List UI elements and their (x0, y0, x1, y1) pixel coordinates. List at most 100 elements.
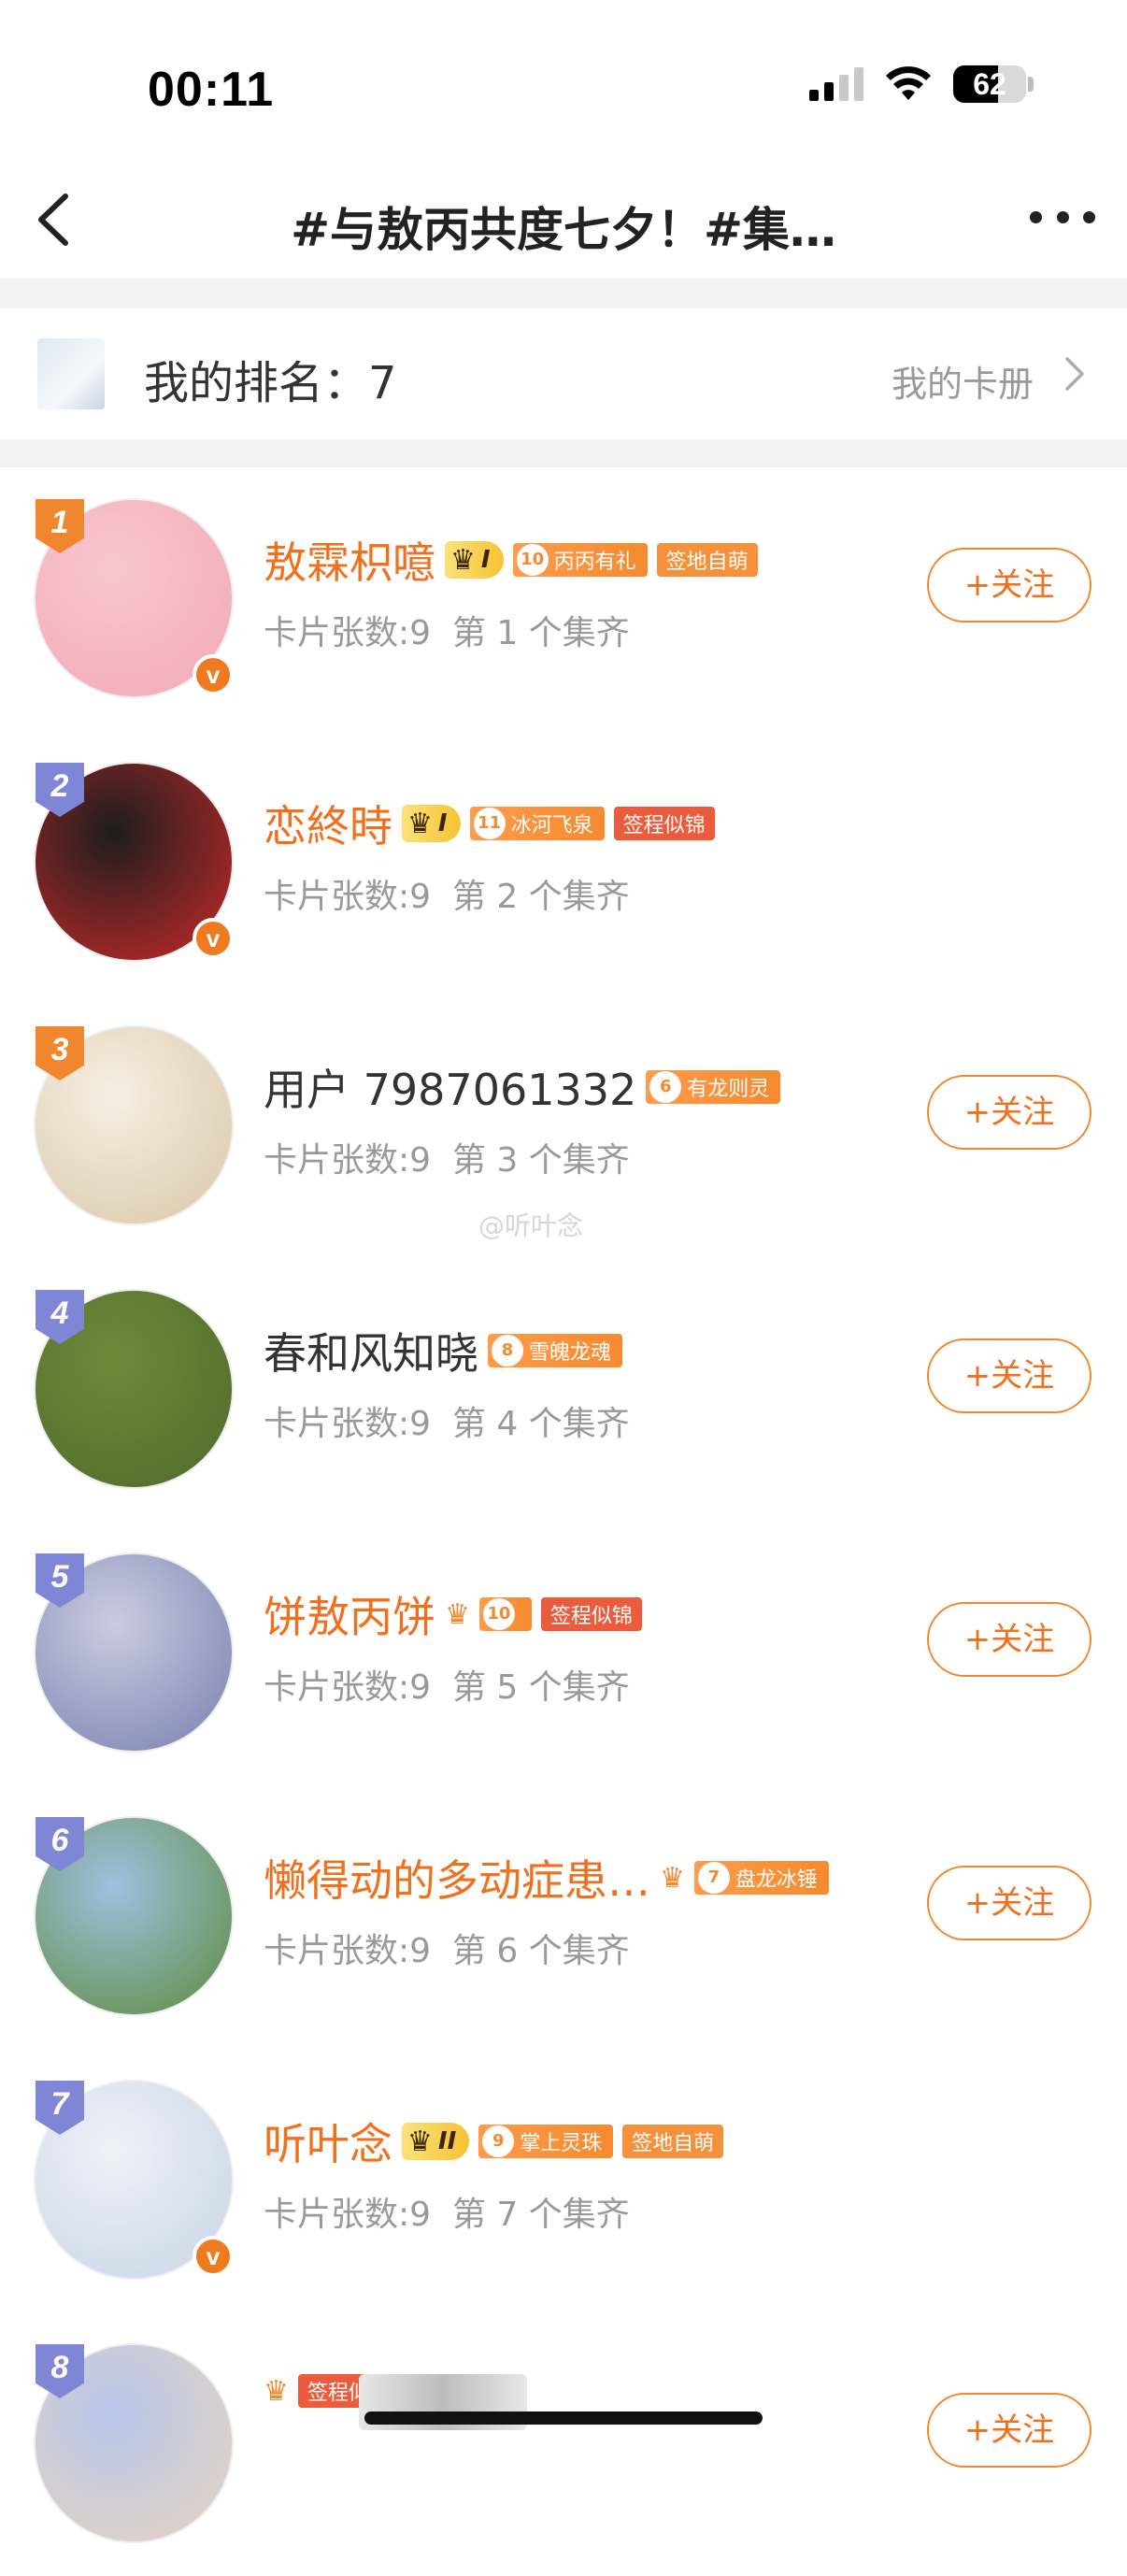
ranking-row[interactable]: 6 懒得动的多动症患… ♛ 7 盘龙冰锤 卡片张数:9 第 6 个集齐 +关注 (0, 1785, 1127, 2049)
fan-level-number: 7 (697, 1862, 730, 1894)
my-card-album-link[interactable]: 我的卡册 (892, 355, 1034, 407)
crown-icon: ♛ (660, 1861, 685, 1895)
name-line: 听叶念 ♛ II 9 掌上灵珠 签地自萌 (264, 2111, 724, 2172)
card-count: 卡片张数:9 (264, 1668, 432, 1707)
fan-level-badge: 10 丙丙有礼 (512, 543, 648, 577)
card-info: 卡片张数:9 第 6 个集齐 (264, 1924, 630, 1972)
ranking-row[interactable]: 1 v 敖霖枳噫 ♛ I 10 丙丙有礼 签地自萌 卡片张数:9 第 1 个集齐 +关注 (0, 467, 1127, 731)
my-rank-bar[interactable]: 我的排名：7 我的卡册 (0, 308, 1127, 439)
card-info: 卡片张数:9 第 4 个集齐 (264, 1396, 630, 1445)
card-count: 卡片张数:9 (264, 1141, 432, 1180)
follow-button[interactable]: +关注 (927, 1866, 1091, 1940)
user-name[interactable]: 恋終時 (264, 793, 392, 854)
ranking-row[interactable]: 2 v 恋終時 ♛ I 11 冰河飞泉 签程似锦 卡片张数:9 第 2 个集齐 (0, 731, 1127, 995)
fan-level-label: 冰河飞泉 (510, 814, 593, 837)
more-dot-icon (1083, 210, 1095, 223)
name-line: 春和风知晓 8 雪魄龙魂 (264, 1320, 623, 1381)
checkin-tag: 签程似锦 (540, 1597, 642, 1631)
name-line: 敖霖枳噫 ♛ I 10 丙丙有礼 签地自萌 (264, 529, 758, 591)
section-divider (0, 439, 1127, 467)
crown-icon: ♛ (450, 543, 476, 577)
ranking-row[interactable]: 4 春和风知晓 8 雪魄龙魂 卡片张数:9 第 4 个集齐 +关注 (0, 1258, 1127, 1522)
fan-level-badge: 10 (478, 1597, 532, 1631)
fan-level-number: 9 (482, 2125, 515, 2157)
follow-button[interactable]: +关注 (927, 1338, 1091, 1413)
status-icons: 62 (809, 65, 1034, 103)
battery-indicator: 62 (953, 65, 1034, 103)
fan-level-badge: 9 掌上灵珠 (478, 2125, 614, 2158)
membership-crown-badge: ♛ II (402, 2123, 470, 2160)
chevron-left-icon (38, 193, 68, 246)
completion-order: 第 6 个集齐 (451, 1932, 630, 1970)
completion-order: 第 4 个集齐 (451, 1405, 630, 1443)
home-indicator (364, 2411, 763, 2425)
page-title: #与敖丙共度七夕！#集… (291, 203, 836, 257)
crown-icon: ♛ (264, 2374, 289, 2408)
card-count: 卡片张数:9 (264, 1405, 432, 1443)
cellular-signal-icon (809, 67, 863, 101)
battery-icon: 62 (953, 65, 1026, 103)
checkin-tag: 签地自萌 (656, 543, 758, 577)
my-rank-label: 我的排名：7 (144, 357, 397, 409)
verified-icon: v (193, 654, 234, 695)
checkin-tag: 签地自萌 (622, 2125, 724, 2158)
completion-order: 第 3 个集齐 (451, 1141, 630, 1180)
follow-button[interactable]: +关注 (927, 2393, 1091, 2468)
battery-percent: 62 (973, 67, 1006, 101)
completion-order: 第 5 个集齐 (451, 1668, 630, 1707)
nav-bar: #与敖丙共度七夕！#集… (0, 168, 1127, 271)
membership-crown-badge: ♛ I (445, 541, 504, 579)
fan-level-badge: 8 雪魄龙魂 (488, 1334, 623, 1367)
ranking-row[interactable]: 7 v 听叶念 ♛ II 9 掌上灵珠 签地自萌 卡片张数:9 第 7 个集齐 (0, 2049, 1127, 2312)
user-name[interactable]: 听叶念 (264, 2111, 392, 2172)
fan-level-number: 8 (492, 1335, 523, 1367)
weibo-watermark: @听叶念 (478, 1210, 584, 1241)
fan-level-label: 盘龙冰锤 (735, 1868, 818, 1892)
status-time: 00:11 (148, 63, 275, 117)
completion-order: 第 1 个集齐 (451, 614, 630, 652)
fan-level-label: 有龙则灵 (687, 1078, 770, 1101)
fan-level-badge: 7 盘龙冰锤 (693, 1861, 829, 1895)
fan-level-label: 雪魄龙魂 (529, 1341, 612, 1365)
completion-order: 第 2 个集齐 (451, 878, 630, 916)
back-button[interactable] (28, 189, 84, 250)
more-dot-icon (1056, 210, 1069, 223)
fan-level-number: 10 (516, 544, 549, 576)
checkin-tag: 签程似锦 (613, 807, 715, 840)
card-info: 卡片张数:9 第 1 个集齐 (264, 606, 630, 654)
user-name[interactable]: 春和风知晓 (264, 1320, 478, 1381)
fan-level-label: 丙丙有礼 (553, 551, 636, 574)
fan-level-badge: 11 冰河飞泉 (469, 807, 605, 840)
card-info: 卡片张数:9 第 5 个集齐 (264, 1660, 630, 1709)
follow-button[interactable]: +关注 (927, 1602, 1091, 1677)
card-info: 卡片张数:9 第 3 个集齐 (264, 1133, 630, 1181)
my-avatar-thumbnail (37, 338, 105, 409)
follow-button[interactable]: +关注 (927, 548, 1091, 623)
card-count: 卡片张数:9 (264, 878, 432, 916)
ranking-row[interactable]: 8 ♛ 签程似锦 +关注 (0, 2312, 1127, 2576)
name-line: 懒得动的多动症患… ♛ 7 盘龙冰锤 (264, 1847, 829, 1909)
fan-level-number: 11 (473, 808, 506, 839)
follow-button[interactable]: +关注 (927, 1075, 1091, 1150)
wifi-icon (886, 66, 931, 100)
name-line: 饼敖丙饼 ♛ 10 签程似锦 (264, 1583, 642, 1645)
card-count: 卡片张数:9 (264, 2196, 432, 2234)
more-dot-icon (1030, 210, 1042, 223)
fan-level-number: 6 (649, 1071, 682, 1103)
crown-level: I (480, 546, 491, 574)
verified-icon: v (193, 918, 234, 959)
more-button[interactable] (1030, 198, 1095, 236)
crown-icon: ♛ (407, 2125, 433, 2158)
user-name[interactable]: 敖霖枳噫 (264, 529, 435, 591)
user-name[interactable]: 用户 7987061332 (264, 1056, 636, 1118)
crown-icon: ♛ (445, 1597, 470, 1631)
user-name[interactable]: 饼敖丙饼 (264, 1583, 435, 1645)
section-divider (0, 279, 1127, 308)
crown-level: II (437, 2127, 457, 2155)
card-count: 卡片张数:9 (264, 1932, 432, 1970)
ranking-row[interactable]: 5 饼敖丙饼 ♛ 10 签程似锦 卡片张数:9 第 5 个集齐 +关注 (0, 1522, 1127, 1785)
card-info: 卡片张数:9 第 7 个集齐 (264, 2187, 630, 2236)
crown-level: I (437, 809, 448, 837)
status-bar: 00:11 62 (0, 0, 1127, 150)
user-name[interactable]: 懒得动的多动症患… (264, 1847, 650, 1909)
